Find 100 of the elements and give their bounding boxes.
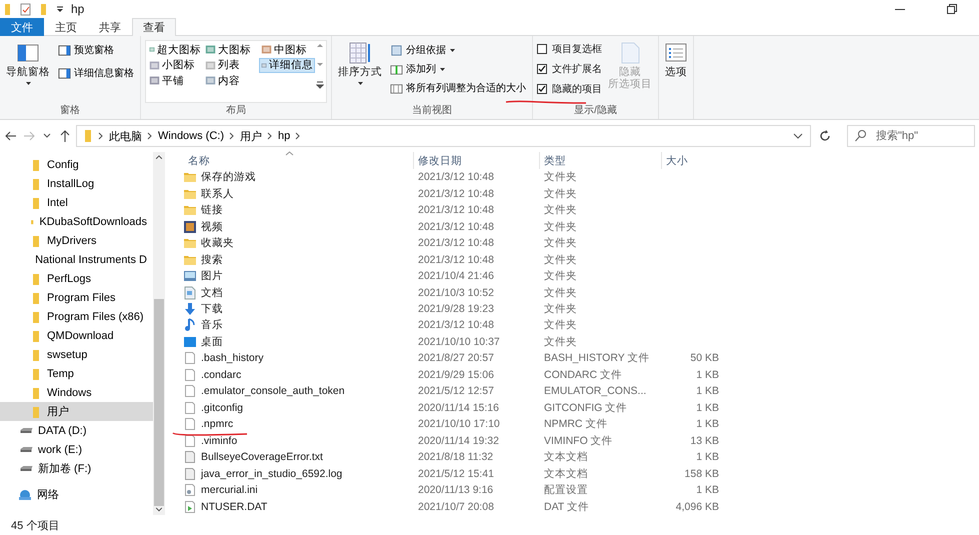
scrollbar[interactable]: [153, 152, 165, 515]
sidebar-item[interactable]: swsetup: [0, 345, 153, 364]
file-name[interactable]: BullseyeCoverageError.txt: [201, 451, 323, 464]
table-cell-text: 1 KB: [695, 385, 720, 398]
details-pane-button[interactable]: 详细信息窗格: [56, 65, 136, 81]
folder-icon: [3, 2, 13, 16]
navigation-pane-button[interactable]: 导航窗格: [4, 40, 52, 103]
column-header[interactable]: 大小: [661, 152, 725, 169]
file-name[interactable]: .gitconfig: [201, 402, 244, 414]
sidebar-item[interactable]: Windows: [0, 383, 153, 402]
table-cell-text: 2021/9/28 19:23: [417, 302, 495, 315]
file-name[interactable]: 文档: [201, 286, 223, 300]
sidebar-item[interactable]: MyDrivers: [0, 231, 153, 250]
file-name[interactable]: 联系人: [201, 186, 234, 201]
sidebar-item[interactable]: National Instruments D: [0, 250, 153, 269]
file-name[interactable]: 收藏夹: [201, 236, 234, 250]
layout-option[interactable]: 中图标: [259, 42, 315, 58]
table-cell-text: 2021/8/18 11:32: [417, 451, 494, 464]
column-header[interactable]: 修改日期: [413, 152, 539, 169]
ribbon-tab[interactable]: 主页: [44, 18, 88, 36]
file-name[interactable]: java_error_in_studio_6592.log: [201, 468, 342, 480]
search-field[interactable]: 搜索"hp": [847, 125, 975, 147]
checkbox[interactable]: [537, 44, 547, 54]
file-name[interactable]: 桌面: [201, 334, 223, 349]
sort-by-button[interactable]: 排序方式: [336, 40, 384, 103]
sidebar-item[interactable]: 新加卷 (F:): [0, 459, 153, 478]
table-cell-text: 13 KB: [689, 434, 720, 447]
address-bar[interactable]: 此电脑 Windows (C:) 用户 hp: [76, 125, 811, 147]
preview-pane-button[interactable]: 预览窗格: [56, 42, 136, 58]
sidebar-item[interactable]: InstallLog: [0, 174, 153, 193]
layout-option[interactable]: 超大图标: [147, 42, 203, 58]
file-name[interactable]: 图片: [201, 269, 223, 284]
ribbon-tab[interactable]: 共享: [88, 18, 132, 36]
sidebar-item[interactable]: 用户: [0, 402, 153, 421]
sidebar-item[interactable]: DATA (D:): [0, 421, 153, 440]
caret-icon: [449, 47, 456, 53]
layout-option[interactable]: 详细信息: [259, 58, 315, 73]
checkbox-option[interactable]: 隐藏的项目: [537, 82, 602, 96]
table-cell-text: VIMINFO 文件: [543, 434, 614, 448]
table-cell-text: 文本文档: [543, 466, 589, 481]
sidebar-item[interactable]: Intel: [0, 193, 153, 212]
column-header[interactable]: 类型: [539, 152, 661, 169]
table-cell-text: 2021/10/10 10:37: [417, 336, 501, 348]
layout-option[interactable]: 平铺: [147, 73, 203, 88]
file-name[interactable]: .bash_history: [201, 352, 264, 364]
table-cell-text: CONDARC 文件: [543, 368, 624, 382]
sidebar-item[interactable]: PerfLogs: [0, 269, 153, 288]
minimize-icon: [895, 8, 905, 10]
file-icon: [183, 434, 197, 448]
layout-option[interactable]: 小图标: [147, 58, 203, 73]
sidebar-item[interactable]: Program Files: [0, 288, 153, 307]
fit-columns-icon: [390, 82, 403, 94]
breadcrumb[interactable]: 此电脑: [109, 128, 142, 144]
file-name[interactable]: .viminfo: [201, 434, 238, 447]
sidebar-item[interactable]: work (E:): [0, 440, 153, 459]
scrollbar-thumb[interactable]: [154, 298, 164, 506]
folder-icon: [39, 2, 49, 16]
table-cell-text: 2021/10/3 10:52: [417, 286, 495, 299]
table-cell-text: NPMRC 文件: [543, 417, 608, 432]
checkbox-option[interactable]: 文件扩展名: [537, 62, 602, 76]
options-button[interactable]: 选项: [663, 40, 689, 117]
file-name[interactable]: mercurial.ini: [201, 484, 258, 496]
file-name[interactable]: 视频: [201, 220, 223, 234]
file-name[interactable]: 搜索: [201, 252, 223, 267]
fit-columns-button[interactable]: 将所有列调整为合适的大小: [388, 80, 528, 96]
layout-option[interactable]: 列表: [203, 58, 259, 73]
add-column-button[interactable]: 添加列: [388, 61, 528, 77]
column-header[interactable]: 名称: [183, 152, 413, 169]
checkbox[interactable]: [537, 84, 547, 94]
layout-option[interactable]: 大图标: [203, 42, 259, 58]
sidebar-item[interactable]: KDubaSoftDownloads: [0, 212, 153, 231]
file-name[interactable]: NTUSER.DAT: [201, 500, 268, 513]
sidebar-item[interactable]: 网络: [0, 485, 153, 504]
folder-icon: [30, 272, 42, 286]
checkbox[interactable]: [537, 64, 547, 74]
group-by-button[interactable]: 分组依据: [388, 42, 528, 58]
breadcrumb[interactable]: Windows (C:): [158, 130, 224, 142]
sidebar-item[interactable]: Temp: [0, 364, 153, 383]
up-button[interactable]: [58, 128, 72, 144]
checkbox-option[interactable]: 项目复选框: [537, 42, 602, 56]
chevron-icon: [98, 132, 104, 140]
table-cell-text: 2021/10/7 20:08: [417, 500, 495, 513]
layout-option[interactable]: 内容: [203, 73, 259, 88]
breadcrumb[interactable]: hp: [278, 130, 290, 142]
sidebar-item[interactable]: Config: [0, 155, 153, 174]
file-name[interactable]: 下载: [201, 302, 223, 316]
scroll-down-icon: [155, 506, 163, 513]
ribbon-tab[interactable]: 查看: [132, 18, 176, 36]
breadcrumb[interactable]: 用户: [240, 128, 262, 144]
file-name[interactable]: .emulator_console_auth_token: [201, 385, 345, 398]
sidebar-item[interactable]: Program Files (x86): [0, 307, 153, 326]
file-name[interactable]: .npmrc: [201, 418, 234, 430]
table-cell-text: 2021/3/12 10:48: [417, 171, 495, 184]
file-tab[interactable]: 文件: [0, 18, 44, 36]
file-name[interactable]: 音乐: [201, 318, 223, 332]
file-name[interactable]: 保存的游戏: [201, 170, 256, 184]
caret-icon: [356, 80, 364, 86]
sidebar-item[interactable]: QMDownload: [0, 326, 153, 345]
file-name[interactable]: .condarc: [201, 368, 242, 381]
file-name[interactable]: 链接: [201, 203, 223, 218]
